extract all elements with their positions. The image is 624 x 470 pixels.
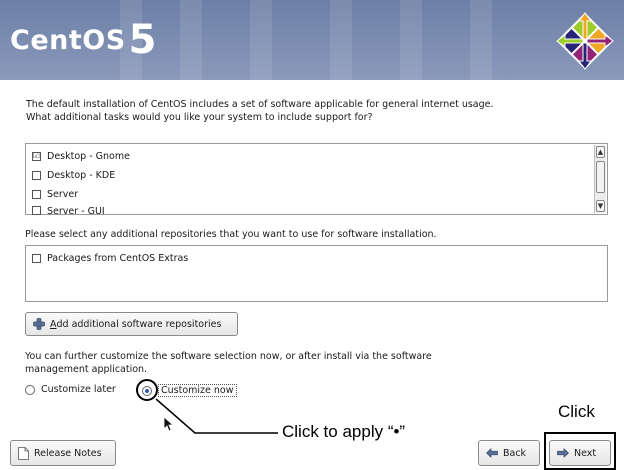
header-stripe [470,0,492,80]
click-annotation: Click [558,402,595,421]
click-to-apply-annotation: Click to apply “•” [282,422,406,441]
header-stripe [180,0,202,80]
release-notes-button[interactable]: Release Notes [10,440,116,466]
next-label: Next [574,447,597,459]
header-stripe [250,0,272,80]
centos-logo: CentOS 5 [10,20,157,60]
document-icon [18,446,29,460]
next-arrow-icon [557,448,569,458]
installer-header: CentOS 5 [0,0,624,80]
logo-word: CentOS [10,24,126,56]
release-notes-label: Release Notes [34,447,102,459]
header-stripe [330,0,352,80]
header-stripe [400,0,422,80]
logo-version: 5 [128,17,157,63]
content-area: The default installation of CentOS inclu… [0,80,624,470]
back-button[interactable]: Back [478,440,540,466]
back-arrow-icon [486,448,498,458]
callout-line [155,398,278,434]
back-label: Back [503,447,527,459]
centos-emblem-icon [556,12,614,70]
next-button[interactable]: Next [549,440,611,466]
